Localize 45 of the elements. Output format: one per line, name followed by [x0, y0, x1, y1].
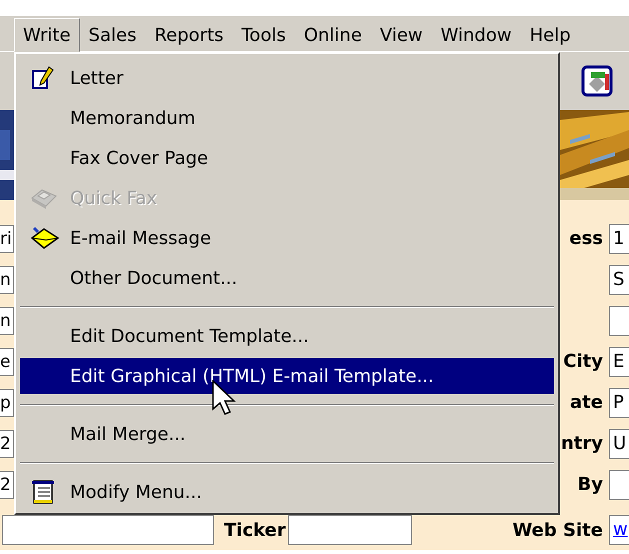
field-label: City [563, 351, 604, 372]
text-field[interactable]: e [0, 348, 14, 376]
menu-item[interactable]: E-mail Message [20, 218, 554, 258]
field-label: Web Site [512, 520, 604, 540]
text-field[interactable] [609, 306, 629, 336]
ticker-field[interactable] [288, 515, 412, 545]
menu-title[interactable]: Help [520, 18, 580, 52]
menu-item[interactable]: Fax Cover Page [20, 138, 554, 178]
field-label: ate [570, 392, 604, 413]
text-field[interactable]: p [0, 388, 14, 416]
text-field[interactable]: S [609, 264, 629, 294]
text-field[interactable]: ri [0, 224, 14, 252]
text-field[interactable] [2, 515, 214, 545]
text-field[interactable]: n [0, 266, 14, 294]
text-field[interactable]: E [609, 346, 629, 376]
menu-title[interactable]: Reports [145, 18, 232, 52]
text-field[interactable]: n [0, 306, 14, 334]
menu-item[interactable]: Edit Document Template... [20, 316, 554, 356]
menu-item[interactable]: Other Document... [20, 258, 554, 298]
menu-title[interactable]: Window [432, 18, 521, 52]
menu-item[interactable]: Mail Merge... [20, 414, 554, 454]
field-label: ess [569, 228, 604, 249]
text-field[interactable]: 1 [609, 224, 629, 254]
menu-title[interactable]: View [370, 18, 432, 52]
field-label: Ticker [223, 520, 287, 540]
menu-title[interactable]: Write [14, 18, 80, 52]
notepad-pencil-icon [30, 65, 56, 91]
document-list-icon [30, 479, 56, 505]
text-field[interactable]: P [609, 388, 629, 418]
text-field[interactable] [609, 470, 629, 500]
menu-item[interactable]: Modify Menu... [20, 472, 554, 512]
toolbar-icon[interactable] [581, 64, 615, 98]
envelope-icon [30, 225, 60, 251]
menu-title[interactable]: Tools [232, 18, 295, 52]
field-label: ntry [560, 433, 604, 454]
menu-item[interactable]: Letter [20, 58, 554, 98]
text-field[interactable]: U [609, 428, 629, 458]
text-field[interactable]: 2 [0, 470, 14, 498]
menu-item[interactable]: Edit Graphical (HTML) E-mail Template... [20, 358, 554, 394]
text-field[interactable]: 2 [0, 430, 14, 458]
menu-title[interactable]: Sales [80, 18, 146, 52]
field-label: By [578, 474, 604, 495]
menu-item[interactable]: Memorandum [20, 98, 554, 138]
menu-title[interactable]: Online [294, 18, 371, 52]
web-site-link[interactable]: w [609, 515, 629, 545]
